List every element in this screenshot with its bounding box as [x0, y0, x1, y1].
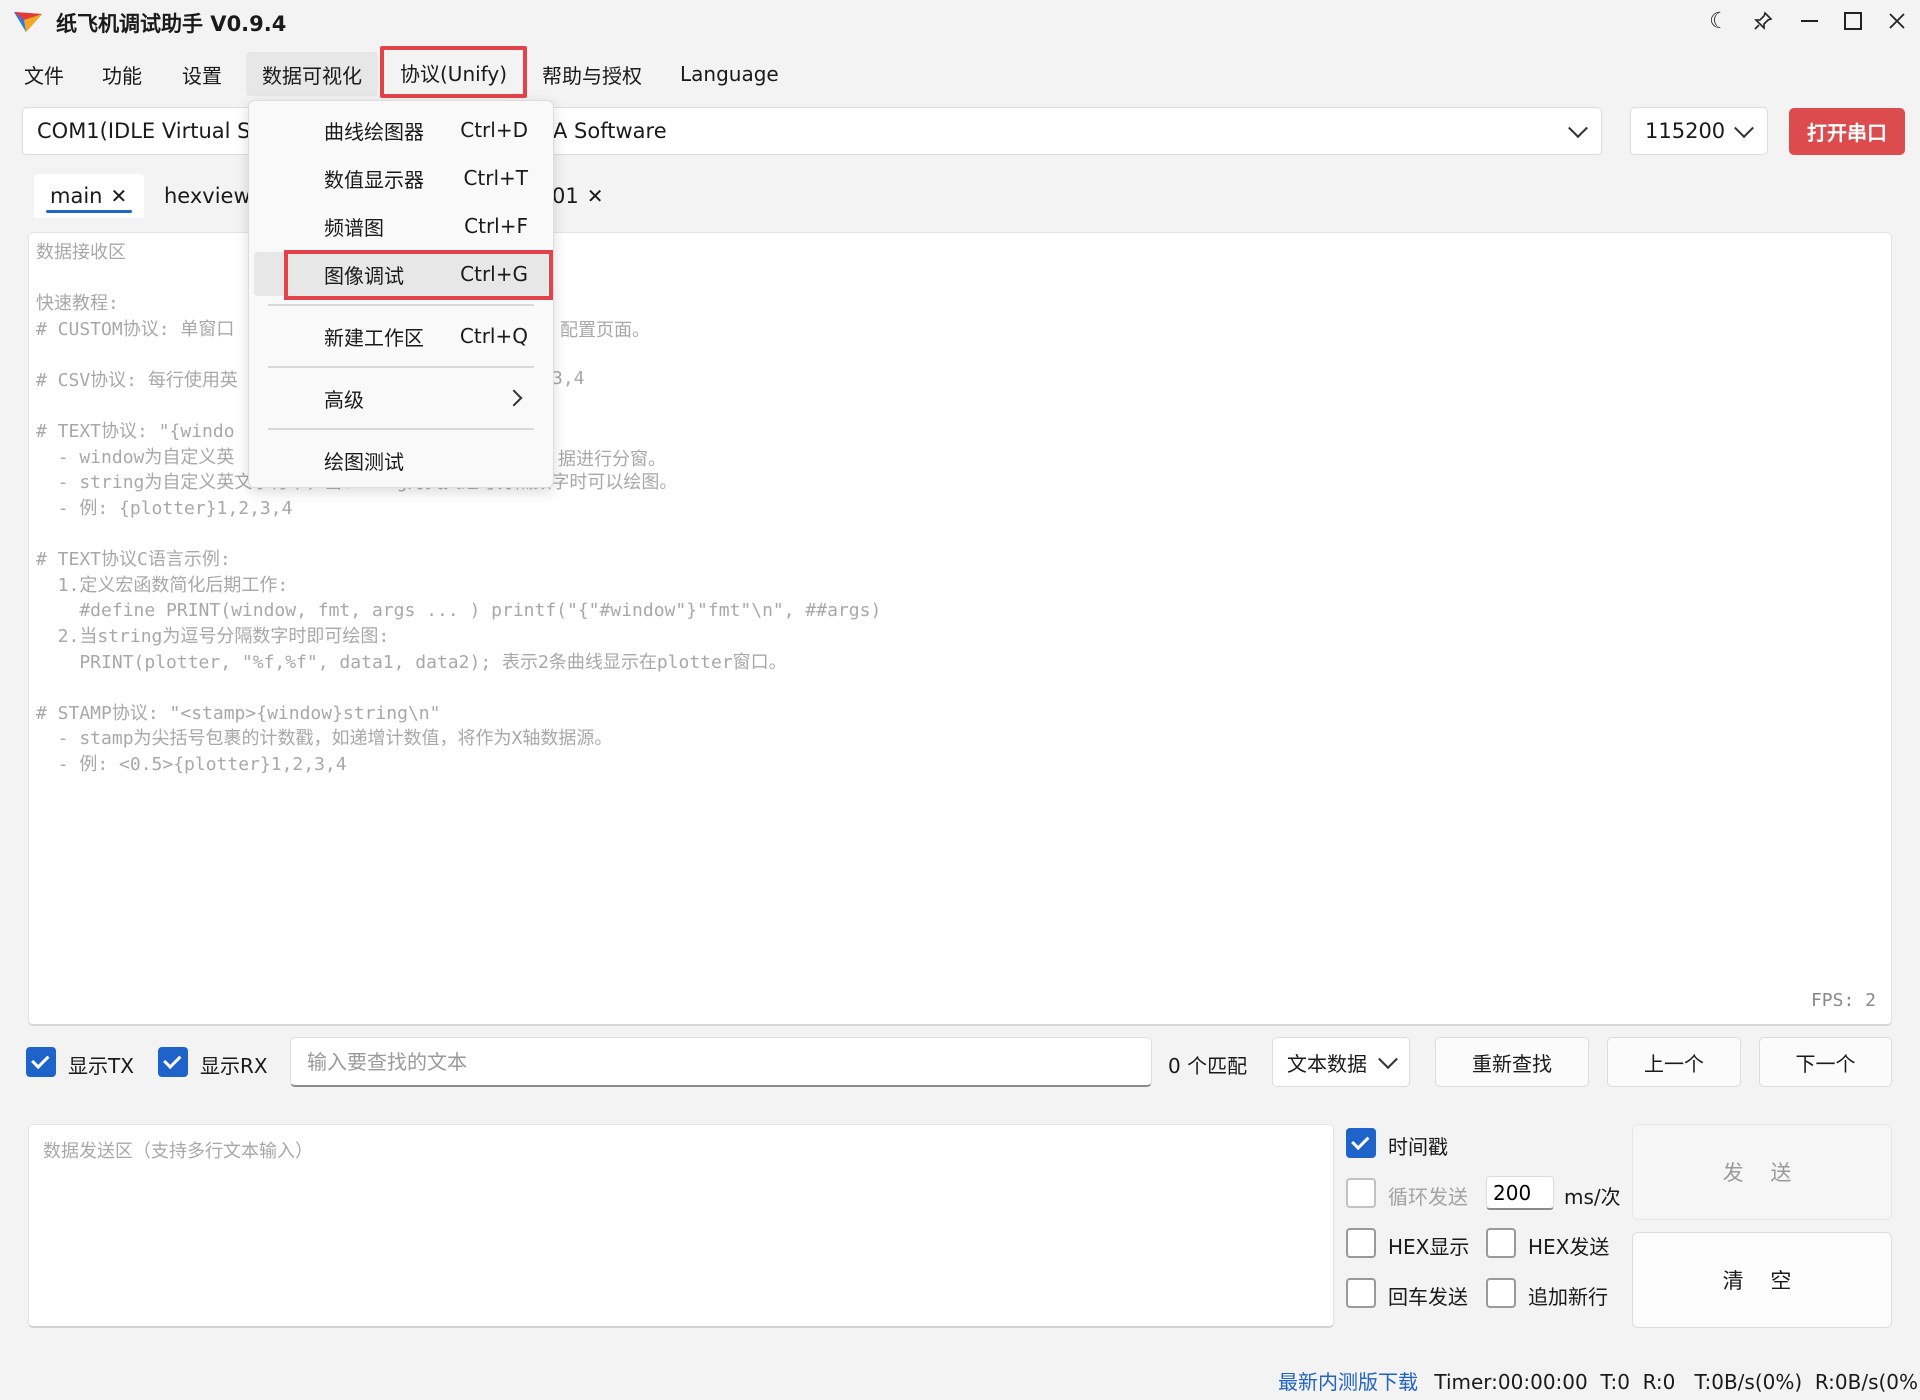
- dropdown-item-shortcut: Ctrl+D: [460, 118, 528, 142]
- status-text: Timer:00:00:00 T:0 R:0 T:0B/s(0%) R:0B/s…: [1434, 1370, 1920, 1394]
- hex-display-checkbox[interactable]: [1346, 1228, 1376, 1258]
- receive-line: - stamp为尖括号包裹的计数戳，如递增计数值，将作为X轴数据源。: [36, 728, 613, 750]
- baud-rate-value: 115200: [1645, 119, 1726, 143]
- dropdown-separator: [268, 304, 534, 306]
- tab-hexview-label: hexview: [164, 184, 251, 208]
- chevron-down-icon: [1378, 1049, 1398, 1070]
- dropdown-item-label: 数值显示器: [324, 167, 424, 192]
- dropdown-item-new-workspace[interactable]: 新建工作区 Ctrl+Q: [254, 314, 548, 358]
- show-tx-label: 显示TX: [68, 1054, 134, 1078]
- timestamp-checkbox[interactable]: [1346, 1128, 1376, 1158]
- chevron-right-icon: [505, 389, 523, 407]
- dropdown-item-label: 高级: [324, 387, 364, 412]
- window-title: 纸飞机调试助手 V0.9.4: [56, 12, 287, 36]
- menu-function[interactable]: 功能: [86, 52, 158, 96]
- dropdown-item-label: 新建工作区: [324, 325, 424, 350]
- menu-help[interactable]: 帮助与授权: [526, 52, 658, 96]
- menu-language[interactable]: Language: [664, 52, 795, 96]
- dropdown-separator: [268, 366, 534, 368]
- interval-unit: ms/次: [1564, 1185, 1621, 1209]
- chevron-down-icon: [1734, 118, 1754, 139]
- dropdown-separator: [268, 428, 534, 430]
- dropdown-item-advanced[interactable]: 高级: [254, 376, 548, 420]
- enter-send-label: 回车发送: [1388, 1285, 1468, 1309]
- dropdown-item-label: 频谱图: [324, 215, 384, 240]
- timestamp-label: 时间戳: [1388, 1135, 1448, 1159]
- show-tx-checkbox[interactable]: [26, 1047, 56, 1077]
- dropdown-item-plot-test[interactable]: 绘图测试: [254, 438, 548, 482]
- dropdown-item-label: 曲线绘图器: [324, 119, 424, 144]
- receive-line: [36, 675, 1856, 701]
- research-button[interactable]: 重新查找: [1435, 1037, 1589, 1087]
- beta-download-link[interactable]: 最新内测版下载: [1278, 1370, 1418, 1394]
- receive-line: PRINT(plotter, "%f,%f", data1, data2); 表…: [36, 651, 787, 673]
- highlight-box: [284, 250, 553, 300]
- show-rx-checkbox[interactable]: [158, 1047, 188, 1077]
- send-button[interactable]: 发 送: [1632, 1124, 1892, 1220]
- loop-send-label: 循环发送: [1388, 1185, 1468, 1209]
- clear-button[interactable]: 清 空: [1632, 1232, 1892, 1328]
- receive-line: #define PRINT(window, fmt, args ... ) pr…: [36, 600, 882, 622]
- tab-main-label: main: [50, 184, 103, 208]
- receive-line: 1.定义宏函数简化后期工作:: [36, 574, 289, 596]
- tab-hexview[interactable]: hexview: [152, 174, 263, 218]
- minimize-icon[interactable]: [1792, 6, 1826, 36]
- dropdown-item-value-display[interactable]: 数值显示器 Ctrl+T: [254, 156, 548, 200]
- close-icon[interactable]: ✕: [587, 184, 604, 208]
- pin-icon[interactable]: [1746, 6, 1780, 36]
- menu-data-visualization[interactable]: 数据可视化: [246, 52, 378, 96]
- active-tab-indicator: [46, 210, 132, 213]
- fps-label: FPS: 2: [1810, 990, 1876, 1011]
- loop-send-checkbox[interactable]: [1346, 1178, 1376, 1208]
- paper-plane-icon: [14, 12, 42, 32]
- receive-line: [36, 522, 1856, 548]
- receive-line: - 例: {plotter}1,2,3,4: [36, 497, 293, 519]
- dropdown-item-shortcut: Ctrl+Q: [459, 324, 528, 348]
- dropdown-item-shortcut: Ctrl+T: [463, 166, 528, 190]
- dropdown-item-shortcut: Ctrl+F: [464, 214, 528, 238]
- port-device-text: COM1(IDLE Virtual Se: [37, 119, 264, 143]
- dropdown-item-curve-plotter[interactable]: 曲线绘图器 Ctrl+D: [254, 108, 548, 152]
- menu-settings[interactable]: 设置: [166, 52, 238, 96]
- close-icon[interactable]: ✕: [110, 184, 127, 208]
- next-button[interactable]: 下一个: [1759, 1037, 1892, 1087]
- maximize-icon[interactable]: [1836, 6, 1870, 36]
- close-icon[interactable]: [1880, 6, 1914, 36]
- tab-third-label: 01: [552, 184, 579, 208]
- receive-text-fragment: 配置页面。: [560, 320, 650, 341]
- hex-send-label: HEX发送: [1528, 1235, 1610, 1259]
- hex-display-label: HEX显示: [1388, 1235, 1470, 1259]
- moon-icon[interactable]: ☾: [1702, 6, 1736, 36]
- receive-line: - 例: <0.5>{plotter}1,2,3,4: [36, 753, 347, 775]
- append-newline-checkbox[interactable]: [1486, 1278, 1516, 1308]
- menu-protocol[interactable]: 协议(Unify): [380, 46, 528, 98]
- receive-text-fragment: 据进行分窗。: [558, 449, 666, 470]
- dropdown-item-label: 绘图测试: [324, 449, 404, 474]
- receive-line: 2.当string为逗号分隔数字时即可绘图:: [36, 625, 390, 647]
- baud-rate-select[interactable]: 115200: [1630, 107, 1768, 155]
- prev-button[interactable]: 上一个: [1607, 1037, 1741, 1087]
- title-bar: [0, 0, 1920, 42]
- port-device-text-tail: A Software: [553, 119, 667, 143]
- status-bar: 最新内测版下载 Timer:00:00:00 T:0 R:0 T:0B/s(0%…: [1278, 1366, 1920, 1395]
- menu-file[interactable]: 文件: [8, 52, 80, 96]
- search-input[interactable]: [290, 1037, 1152, 1087]
- receive-text-fragment: 3,4: [552, 368, 585, 389]
- chevron-down-icon: [1568, 118, 1588, 139]
- receive-line: # TEXT协议C语言示例:: [36, 549, 231, 571]
- show-rx-label: 显示RX: [200, 1054, 268, 1078]
- open-port-button[interactable]: 打开串口: [1789, 108, 1905, 155]
- hex-send-checkbox[interactable]: [1486, 1228, 1516, 1258]
- dropdown-item-spectrum[interactable]: 频谱图 Ctrl+F: [254, 204, 548, 248]
- search-mode-select[interactable]: 文本数据: [1272, 1037, 1410, 1087]
- receive-line: # STAMP协议: "<stamp>{window}string\n": [36, 702, 441, 724]
- enter-send-checkbox[interactable]: [1346, 1278, 1376, 1308]
- search-mode-value: 文本数据: [1287, 1051, 1367, 1076]
- append-newline-label: 追加新行: [1528, 1285, 1608, 1309]
- match-count: 0 个匹配: [1168, 1054, 1248, 1078]
- interval-input[interactable]: [1486, 1176, 1554, 1210]
- send-input[interactable]: [28, 1124, 1334, 1328]
